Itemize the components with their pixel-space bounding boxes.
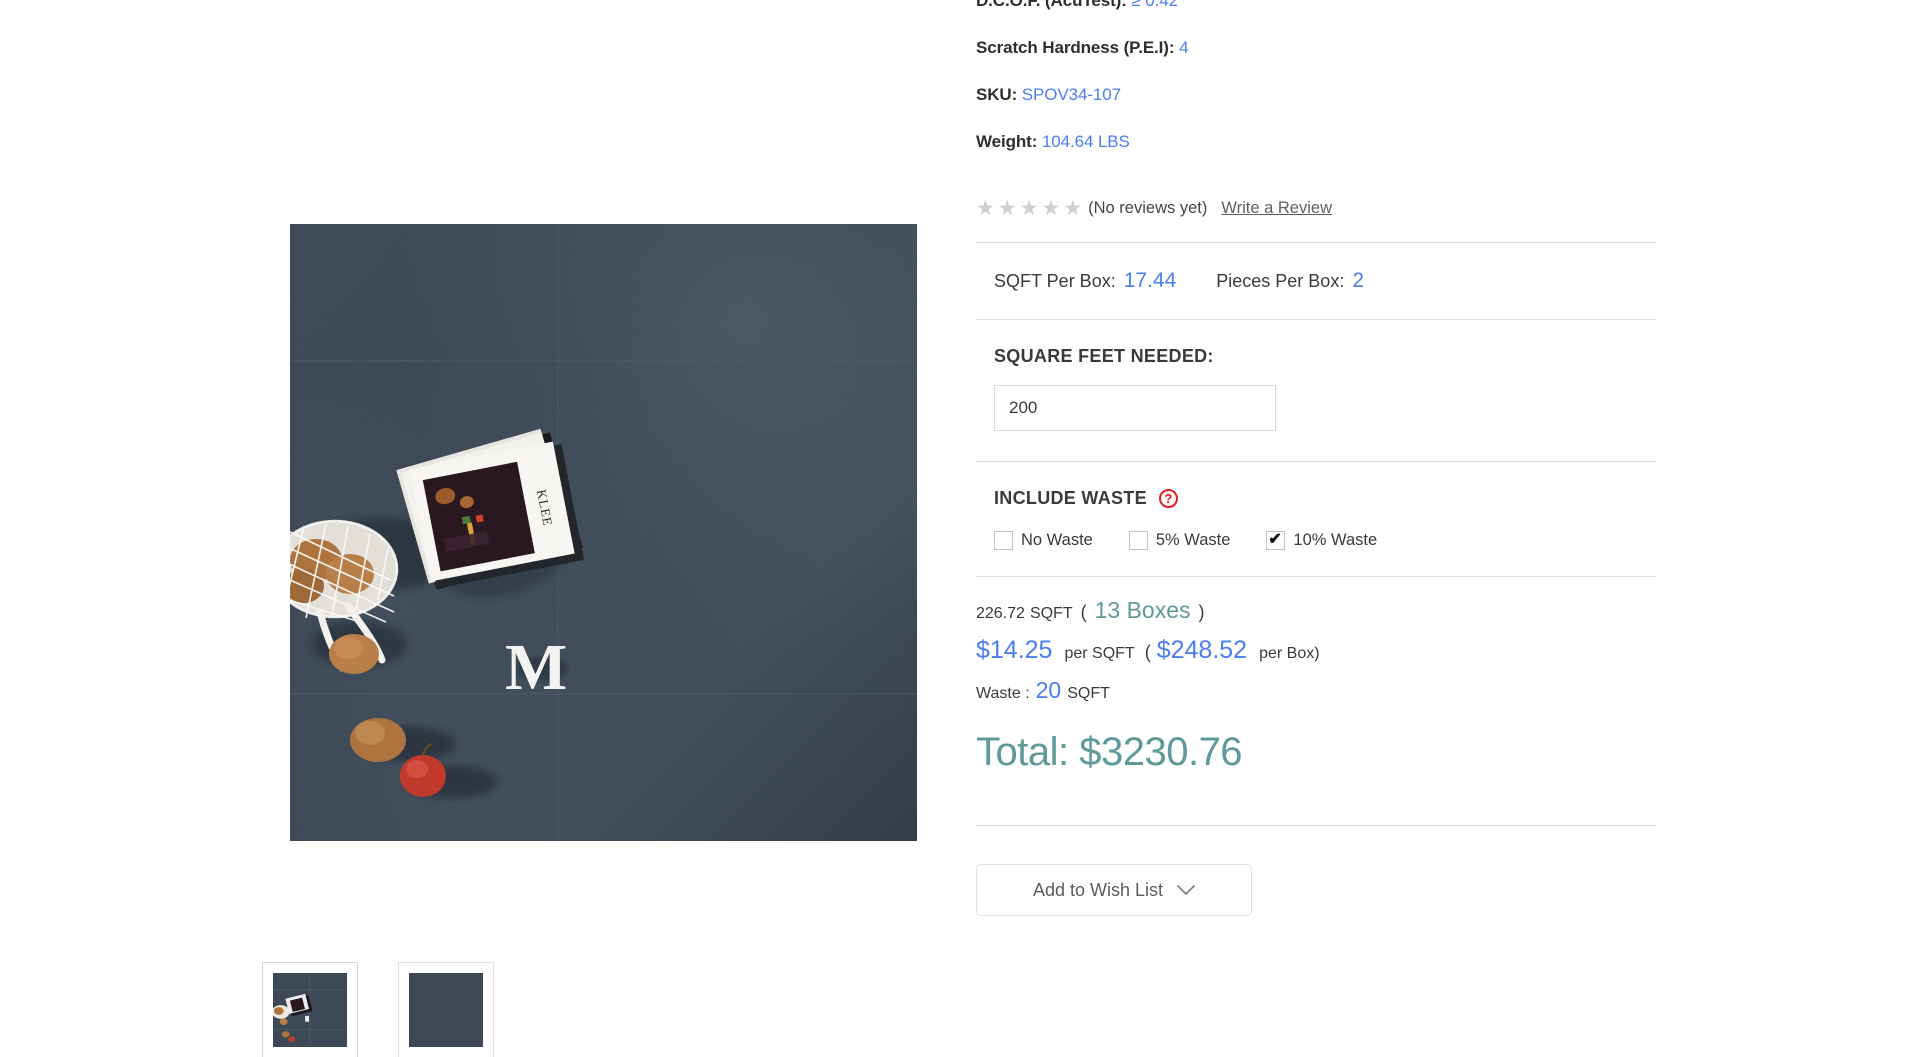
checkbox-10-percent-waste[interactable] — [1266, 529, 1286, 550]
spec-scratch-hardness-value: 4 — [1179, 38, 1189, 57]
checkbox-no-waste[interactable] — [994, 531, 1013, 550]
total-price: Total: $3230.76 — [976, 730, 1243, 774]
add-to-wish-list-button[interactable]: Add to Wish List — [976, 864, 1252, 916]
rating-row: ★ ★ ★ ★ ★ (No reviews yet) Write a Revie… — [976, 196, 1662, 220]
product-detail-page: KLEE M D.C.O.F. (AcuTest): ≥ 0.42 Scratc… — [0, 0, 1920, 1057]
sqft-per-box-label: SQFT Per Box: — [994, 271, 1116, 291]
spec-dcof: D.C.O.F. (AcuTest): ≥ 0.42 — [976, 0, 1662, 9]
star-rating[interactable]: ★ ★ ★ ★ ★ — [976, 198, 1082, 219]
spec-dcof-label: D.C.O.F. (AcuTest): — [976, 0, 1127, 10]
waste-unit: SQFT — [1067, 685, 1110, 702]
waste-option-5-percent[interactable]: 5% Waste — [1128, 531, 1231, 550]
total-sqft-unit: SQFT — [1029, 605, 1073, 622]
calculation-results: 226.72 SQFT ( 13 Boxes ) $14.25 per SQFT… — [976, 577, 1662, 825]
thumb-tile-swatch-image — [409, 973, 483, 1047]
waste-option-5-percent-label: 5% Waste — [1155, 531, 1231, 549]
include-waste-block: INCLUDE WASTE ? No Waste 5% Waste 10% Wa… — [976, 462, 1662, 576]
spec-sku-label: SKU: — [976, 85, 1018, 104]
waste-option-10-percent-label: 10% Waste — [1293, 531, 1378, 549]
price-row: $14.25 per SQFT ( $248.52 per Box) — [976, 636, 1662, 665]
spec-sku-value: SPOV34-107 — [1021, 85, 1121, 104]
square-feet-needed-block: SQUARE FEET NEEDED: — [976, 320, 1662, 461]
price-paren-open: ( — [1144, 642, 1151, 662]
price-per-sqft: $14.25 — [976, 636, 1053, 664]
sqft-per-box-value: 17.44 — [1123, 269, 1177, 292]
thumb-tile-swatch[interactable] — [398, 962, 494, 1057]
star-icon[interactable]: ★ — [1041, 198, 1060, 219]
pieces-per-box-value: 2 — [1352, 269, 1365, 292]
spec-weight: Weight: 104.64 LBS — [976, 133, 1662, 150]
spec-scratch-hardness: Scratch Hardness (P.E.I): 4 — [976, 39, 1662, 56]
add-to-wish-list-label: Add to Wish List — [1032, 879, 1164, 900]
chevron-down-icon — [1177, 884, 1195, 896]
spec-weight-label: Weight: — [976, 132, 1038, 151]
checkbox-5-percent-waste[interactable] — [1128, 531, 1148, 550]
box-info-row: SQFT Per Box: 17.44 Pieces Per Box: 2 — [976, 243, 1662, 319]
paren-close: ) — [1198, 602, 1205, 622]
svg-text:M: M — [505, 631, 566, 704]
spec-list: D.C.O.F. (AcuTest): ≥ 0.42 Scratch Hardn… — [976, 0, 1662, 150]
review-summary: (No reviews yet) — [1088, 198, 1208, 217]
total-sqft-row: 226.72 SQFT ( 13 Boxes ) — [976, 597, 1662, 624]
main-product-image[interactable]: KLEE M — [290, 224, 917, 841]
help-icon[interactable]: ? — [1158, 489, 1178, 508]
pieces-per-box-label: Pieces Per Box: — [1216, 271, 1345, 291]
spec-weight-value: 104.64 LBS — [1041, 132, 1130, 151]
product-gallery: KLEE M — [0, 0, 960, 1057]
waste-option-no-waste[interactable]: No Waste — [994, 531, 1093, 550]
per-sqft-label: per SQFT — [1064, 645, 1135, 662]
waste-option-10-percent[interactable]: 10% Waste — [1266, 529, 1378, 550]
waste-options: No Waste 5% Waste 10% Waste — [994, 529, 1662, 550]
spec-scratch-hardness-label: Scratch Hardness (P.E.I): — [976, 38, 1175, 57]
waste-option-no-waste-label: No Waste — [1021, 531, 1093, 549]
boxes-count: 13 Boxes — [1094, 597, 1191, 623]
star-icon[interactable]: ★ — [1063, 198, 1082, 219]
product-details-column: D.C.O.F. (AcuTest): ≥ 0.42 Scratch Hardn… — [976, 0, 1662, 916]
waste-amount: 20 — [1035, 677, 1062, 703]
thumbnail-strip — [262, 962, 494, 1057]
write-review-link[interactable]: Write a Review — [1221, 199, 1332, 218]
tile-floor-photo: KLEE M — [290, 224, 917, 841]
square-feet-needed-label: SQUARE FEET NEEDED: — [994, 346, 1214, 366]
waste-prefix: Waste : — [976, 685, 1030, 702]
thumb-room-scene-image — [273, 973, 347, 1047]
spec-dcof-value: ≥ 0.42 — [1131, 0, 1178, 10]
star-icon[interactable]: ★ — [1020, 198, 1039, 219]
spec-sku: SKU: SPOV34-107 — [976, 86, 1662, 103]
star-icon[interactable]: ★ — [976, 198, 995, 219]
include-waste-header: INCLUDE WASTE ? — [994, 488, 1662, 509]
per-box-label: per Box) — [1259, 645, 1320, 662]
price-per-box: $248.52 — [1156, 636, 1248, 664]
total-sqft-value: 226.72 — [976, 605, 1025, 622]
thumb-room-scene[interactable] — [262, 962, 358, 1057]
include-waste-label: INCLUDE WASTE — [994, 488, 1147, 508]
star-icon[interactable]: ★ — [998, 198, 1017, 219]
wishlist-area: Add to Wish List — [976, 826, 1662, 916]
square-feet-needed-input[interactable] — [994, 385, 1276, 431]
paren-open: ( — [1080, 602, 1087, 622]
waste-row: Waste : 20 SQFT — [976, 677, 1662, 704]
